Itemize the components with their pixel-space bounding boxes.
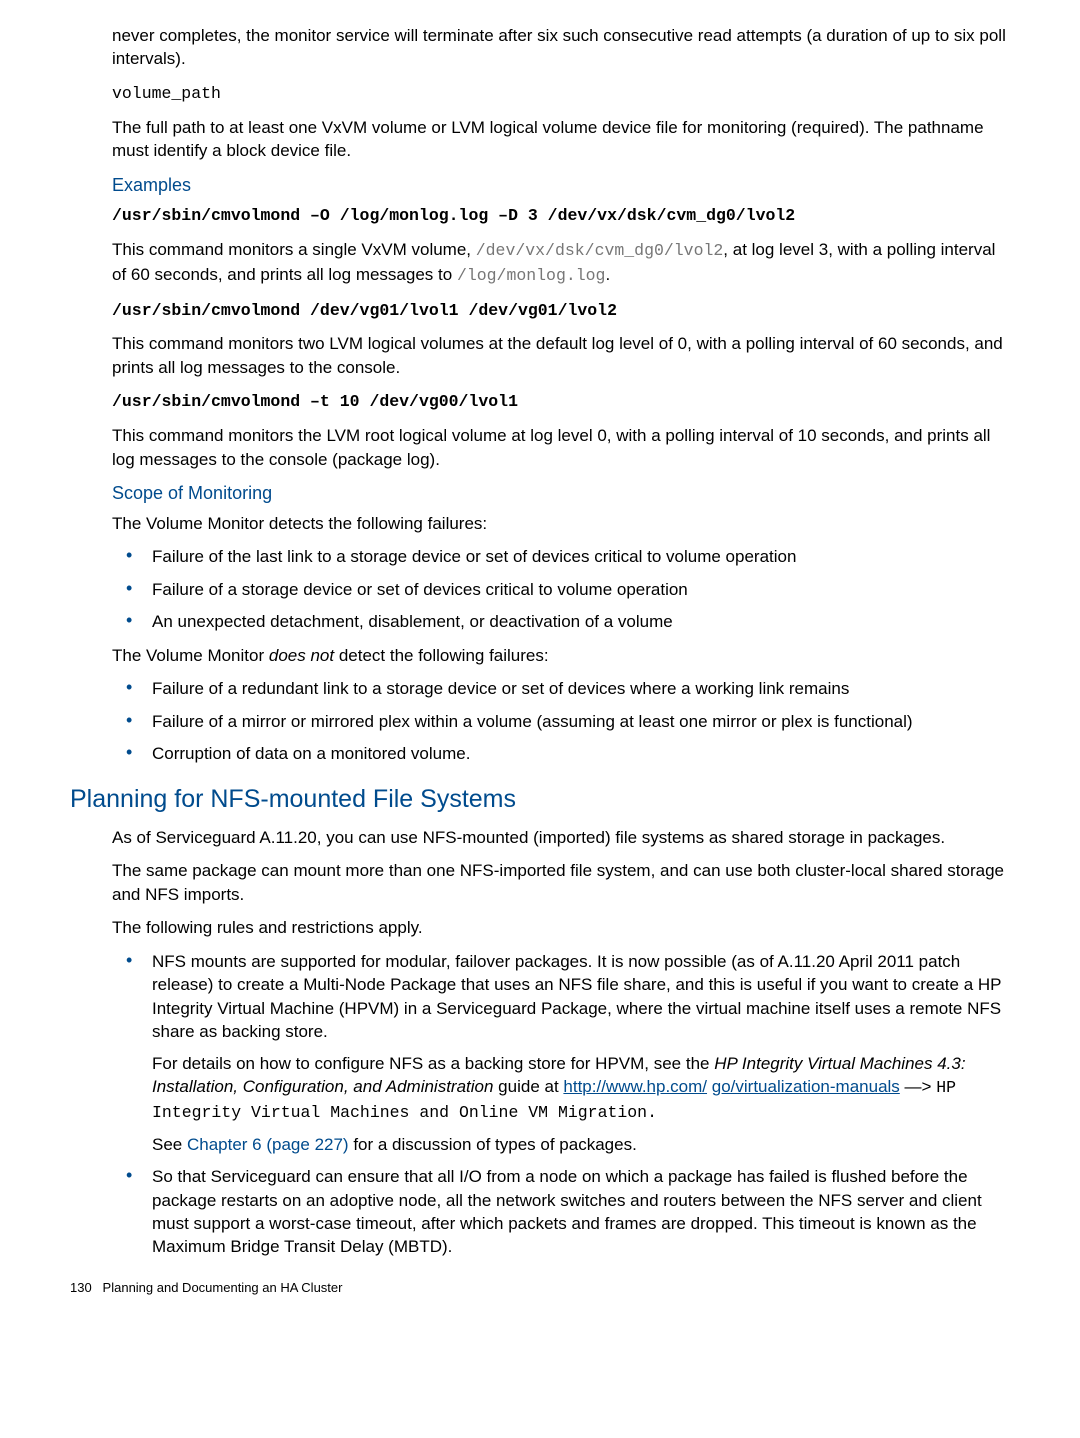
para: For details on how to configure NFS as a… bbox=[152, 1052, 1010, 1125]
list-item: An unexpected detachment, disablement, o… bbox=[112, 610, 1010, 633]
para: See Chapter 6 (page 227) for a discussio… bbox=[152, 1133, 1010, 1156]
para: The Volume Monitor does not detect the f… bbox=[112, 644, 1010, 667]
command: /usr/sbin/cmvolmond /dev/vg01/lvol1 /dev… bbox=[112, 301, 617, 320]
para: This command monitors the LVM root logic… bbox=[112, 424, 1010, 471]
para: The same package can mount more than one… bbox=[112, 859, 1010, 906]
para: The full path to at least one VxVM volum… bbox=[112, 116, 1010, 163]
text: detect the following failures: bbox=[334, 646, 549, 665]
para: This command monitors two LVM logical vo… bbox=[112, 332, 1010, 379]
page-number: 130 bbox=[70, 1280, 92, 1295]
heading-nfs: Planning for NFS-mounted File Systems bbox=[70, 782, 1010, 817]
para: This command monitors a single VxVM volu… bbox=[112, 238, 1010, 288]
list-item: Failure of the last link to a storage de… bbox=[112, 545, 1010, 568]
code-path: /log/monlog.log bbox=[457, 266, 606, 285]
list-item: Failure of a storage device or set of de… bbox=[112, 578, 1010, 601]
para: As of Serviceguard A.11.20, you can use … bbox=[112, 826, 1010, 849]
code-token: volume_path bbox=[112, 84, 221, 103]
para: never completes, the monitor service wil… bbox=[112, 24, 1010, 71]
rules-list: NFS mounts are supported for modular, fa… bbox=[112, 950, 1010, 1259]
list-item: Corruption of data on a monitored volume… bbox=[112, 742, 1010, 765]
text: guide at bbox=[493, 1077, 563, 1096]
chapter-title: Planning and Documenting an HA Cluster bbox=[103, 1280, 343, 1295]
command: /usr/sbin/cmvolmond –O /log/monlog.log –… bbox=[112, 206, 795, 225]
list-item: Failure of a mirror or mirrored plex wit… bbox=[112, 710, 1010, 733]
para: The Volume Monitor detects the following… bbox=[112, 512, 1010, 535]
detect-list: Failure of the last link to a storage de… bbox=[112, 545, 1010, 633]
heading-examples: Examples bbox=[112, 173, 1010, 198]
code-path: /dev/vx/dsk/cvm_dg0/lvol2 bbox=[476, 241, 724, 260]
list-item: NFS mounts are supported for modular, fa… bbox=[112, 950, 1010, 1156]
emphasis: does not bbox=[269, 646, 334, 665]
heading-scope: Scope of Monitoring bbox=[112, 481, 1010, 506]
text: —> bbox=[900, 1077, 936, 1096]
cross-reference[interactable]: Chapter 6 (page 227) bbox=[187, 1135, 349, 1154]
text: The Volume Monitor bbox=[112, 646, 269, 665]
external-link[interactable]: http://www.hp.com/ bbox=[563, 1077, 707, 1096]
page-footer: 130 Planning and Documenting an HA Clust… bbox=[70, 1279, 1010, 1297]
text: For details on how to configure NFS as a… bbox=[152, 1054, 714, 1073]
para: The following rules and restrictions app… bbox=[112, 916, 1010, 939]
list-item: So that Serviceguard can ensure that all… bbox=[112, 1165, 1010, 1259]
not-detect-list: Failure of a redundant link to a storage… bbox=[112, 677, 1010, 765]
external-link[interactable]: go/virtualization-manuals bbox=[712, 1077, 900, 1096]
text: . bbox=[605, 265, 610, 284]
text: See bbox=[152, 1135, 187, 1154]
list-item: Failure of a redundant link to a storage… bbox=[112, 677, 1010, 700]
para: NFS mounts are supported for modular, fa… bbox=[152, 950, 1010, 1044]
command: /usr/sbin/cmvolmond –t 10 /dev/vg00/lvol… bbox=[112, 392, 518, 411]
text: for a discussion of types of packages. bbox=[349, 1135, 637, 1154]
text: This command monitors a single VxVM volu… bbox=[112, 240, 476, 259]
